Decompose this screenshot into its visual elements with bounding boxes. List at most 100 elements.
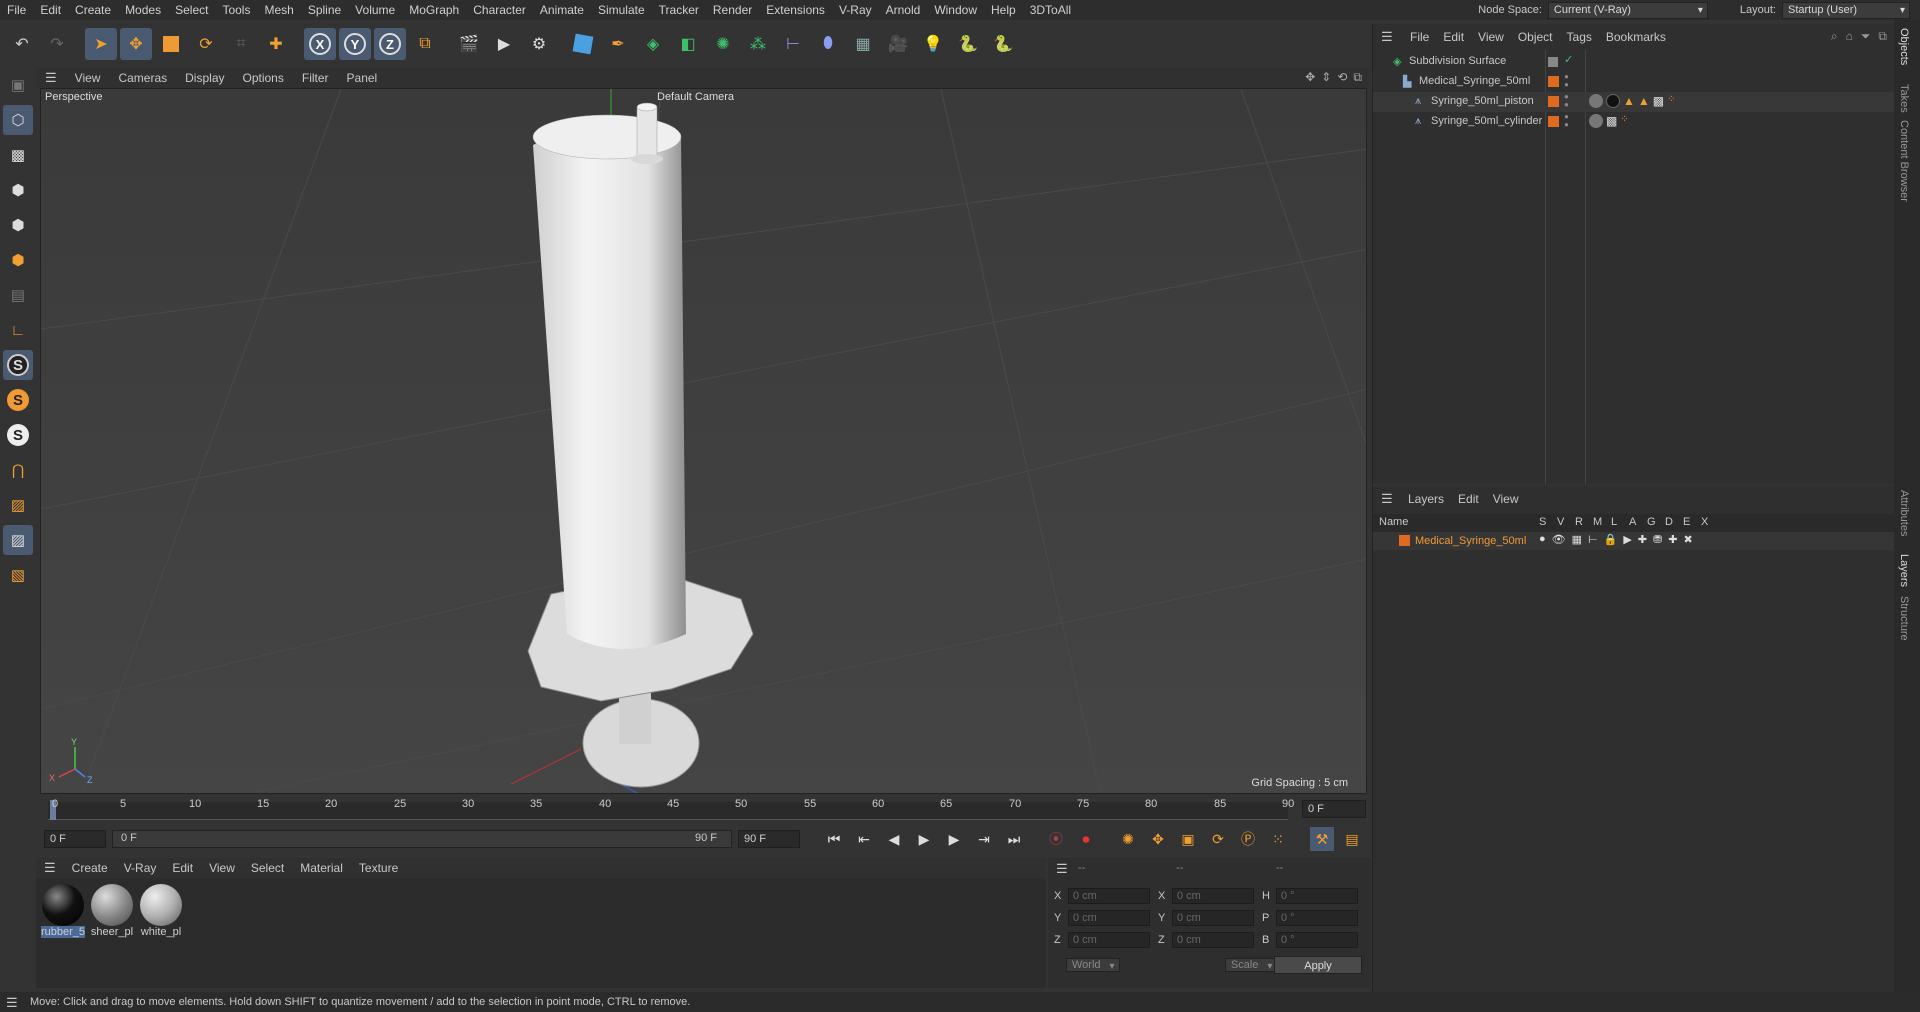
object-row-cylinder[interactable]: ⩚ Syringe_50ml_cylinder ● ● ▩ ⁘ (1373, 112, 1895, 132)
coord-size-y-field[interactable]: 0 cm (1172, 910, 1254, 926)
apply-button[interactable]: Apply (1274, 956, 1362, 974)
coord-pos-x-field[interactable]: 0 cm (1068, 888, 1150, 904)
coord-rot-h-field[interactable]: 0 ° (1276, 888, 1358, 904)
menu-animate[interactable]: Animate (533, 0, 591, 20)
cube-primitive-icon[interactable] (567, 28, 599, 60)
select-cursor-icon[interactable]: ➤ (85, 28, 117, 60)
menu-file[interactable]: File (0, 0, 33, 20)
python-script-icon[interactable]: 🐍 (987, 28, 1019, 60)
layer-menu-view[interactable]: View (1486, 492, 1526, 506)
layer-flag-icons[interactable]: ● 👁 ▦ ⊢ 🔒 ▶ ✚ ⛃ ✚ ✖ (1539, 533, 1693, 546)
field-icon[interactable]: ⊢ (777, 28, 809, 60)
material-tag-icons[interactable]: ▩ ⁘ (1589, 114, 1629, 128)
workplane-icon[interactable]: ▨ (3, 490, 33, 520)
viewport-menu-cameras[interactable]: Cameras (109, 71, 176, 85)
point-mode-icon[interactable]: ⬢ (3, 175, 33, 205)
object-new-window-icon[interactable]: ⧉ (1878, 29, 1887, 44)
viewport-pan-icon[interactable]: ✥ (1305, 70, 1315, 85)
side-tab-attributes[interactable]: Attributes (1898, 490, 1910, 536)
layout-dropdown[interactable]: Startup (User) (1782, 1, 1910, 19)
uv-mode-icon[interactable]: ▤ (3, 280, 33, 310)
timeline-end-field[interactable]: 90 F (738, 830, 800, 848)
menu-tracker[interactable]: Tracker (652, 0, 706, 20)
menu-mesh[interactable]: Mesh (257, 0, 300, 20)
timeline-start-field[interactable]: 0 F (44, 830, 106, 848)
rotate-icon[interactable]: ⟳ (190, 28, 222, 60)
viewport-camera-label[interactable]: Default Camera (657, 91, 734, 103)
viewport-menu-view[interactable]: View (66, 71, 110, 85)
menu-select[interactable]: Select (168, 0, 215, 20)
menu-vray[interactable]: V-Ray (832, 0, 879, 20)
side-tab-structure[interactable]: Structure (1898, 596, 1910, 641)
object-row-medical-syringe[interactable]: ▙ Medical_Syringe_50ml ● ● (1373, 72, 1895, 92)
visibility-dots-icon[interactable]: ● ● (1564, 73, 1569, 89)
record-keys-icon[interactable]: ⦿ (1044, 827, 1068, 851)
material-item[interactable]: white_pl (139, 884, 183, 982)
prev-frame-icon[interactable]: ◀ (882, 827, 906, 851)
node-space-dropdown[interactable]: Current (V-Ray) (1547, 1, 1708, 19)
object-home-icon[interactable]: ⌂ (1846, 29, 1853, 44)
material-hamburger-icon[interactable]: ☰ (36, 860, 64, 876)
timeline-ruler[interactable]: 0 5 10 15 20 25 30 35 40 45 50 55 60 65 70 75 80 85 90 0 F (36, 794, 1370, 822)
layer-menu-edit[interactable]: Edit (1451, 492, 1486, 506)
menu-help[interactable]: Help (984, 0, 1023, 20)
viewport-menu-panel[interactable]: Panel (338, 71, 387, 85)
object-filter-icon[interactable]: ⏷ (1861, 29, 1871, 44)
layer-hamburger-icon[interactable]: ☰ (1381, 491, 1393, 507)
menu-3dtoall[interactable]: 3DToAll (1023, 0, 1078, 20)
key-parameter-icon[interactable]: Ⓟ (1236, 827, 1260, 851)
locked-workplane-icon[interactable]: ▨ (3, 525, 33, 555)
edge-mode-icon[interactable]: ⬢ (3, 210, 33, 240)
object-name[interactable]: Syringe_50ml_cylinder (1431, 115, 1542, 127)
polygon-mode-icon[interactable]: ⬢ (3, 245, 33, 275)
object-menu-bookmarks[interactable]: Bookmarks (1599, 30, 1673, 44)
layer-color-icon[interactable] (1548, 116, 1559, 127)
side-tab-layers[interactable]: Layers (1898, 554, 1910, 587)
material-preview-white[interactable] (140, 884, 182, 926)
menu-character[interactable]: Character (466, 0, 533, 20)
motion-system-icon[interactable]: ⚒ (1310, 827, 1334, 851)
menu-arnold[interactable]: Arnold (879, 0, 928, 20)
object-menu-tags[interactable]: Tags (1560, 30, 1599, 44)
range-slider[interactable]: 0 F 90 F (112, 830, 732, 848)
camera-icon[interactable]: 🎥 (882, 28, 914, 60)
material-tag-icons[interactable]: ▲ ▲ ▩ ⁘ (1589, 94, 1676, 108)
menu-edit[interactable]: Edit (33, 0, 68, 20)
3d-viewport[interactable]: Perspective Default Camera Grid Spacing … (40, 88, 1367, 794)
enabled-check-icon[interactable]: ✓ (1564, 53, 1573, 66)
object-name[interactable]: Medical_Syringe_50ml (1419, 75, 1530, 87)
prev-key-icon[interactable]: ⇤ (852, 827, 876, 851)
deformer-icon[interactable]: ⁂ (742, 28, 774, 60)
floor-icon[interactable]: ▦ (847, 28, 879, 60)
material-menu-texture[interactable]: Texture (351, 861, 406, 875)
mograph-cloner-icon[interactable]: ✺ (707, 28, 739, 60)
model-mode-icon[interactable]: ⬡ (3, 105, 33, 135)
layer-name[interactable]: Medical_Syringe_50ml (1415, 535, 1526, 547)
pen-spline-icon[interactable]: ✒ (602, 28, 634, 60)
side-tab-content-browser[interactable]: Content Browser (1898, 120, 1910, 202)
subdivision-icon[interactable]: ◈ (637, 28, 669, 60)
layer-menu-layers[interactable]: Layers (1401, 492, 1451, 506)
render-view-icon[interactable]: 🎬 (453, 28, 485, 60)
undo-icon[interactable]: ↶ (6, 28, 38, 60)
object-row-subdivision[interactable]: ◈ Subdivision Surface ✓ (1373, 52, 1895, 72)
object-menu-view[interactable]: View (1471, 30, 1511, 44)
snap-workplane-icon[interactable]: S (3, 420, 33, 450)
object-name[interactable]: Subdivision Surface (1409, 55, 1506, 67)
menu-volume[interactable]: Volume (348, 0, 402, 20)
recent-tool-icon[interactable]: ⌗ (225, 28, 257, 60)
timeline-window-icon[interactable]: ▤ (1340, 827, 1364, 851)
coord-size-x-field[interactable]: 0 cm (1172, 888, 1254, 904)
autokey-icon[interactable]: ⏺ (1074, 827, 1098, 851)
visibility-dots-icon[interactable]: ● ● (1564, 113, 1569, 129)
object-row-piston[interactable]: ⩚ Syringe_50ml_piston ● ● ▲ ▲ ▩ ⁘ (1373, 92, 1895, 112)
coord-size-z-field[interactable]: 0 cm (1172, 932, 1254, 948)
material-menu-vray[interactable]: V-Ray (116, 861, 165, 875)
render-settings-icon[interactable]: ⚙ (523, 28, 555, 60)
coord-hamburger-icon[interactable]: ☰ (1056, 861, 1068, 877)
coord-rot-b-field[interactable]: 0 ° (1276, 932, 1358, 948)
layer-row[interactable]: Medical_Syringe_50ml ● 👁 ▦ ⊢ 🔒 ▶ ✚ ⛃ ✚ ✖ (1373, 532, 1895, 550)
menu-create[interactable]: Create (68, 0, 118, 20)
viewport-menu-options[interactable]: Options (234, 71, 293, 85)
texture-mode-icon[interactable]: ▩ (3, 140, 33, 170)
